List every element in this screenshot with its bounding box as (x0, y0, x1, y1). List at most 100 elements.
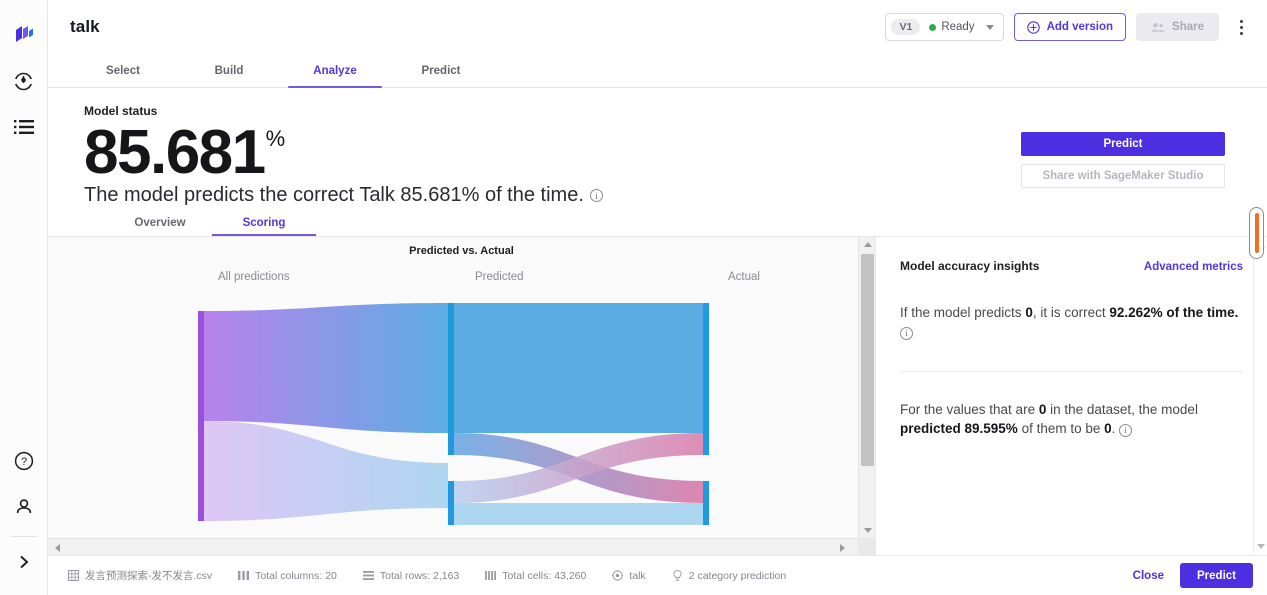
chart-horizontal-scrollbar[interactable] (48, 538, 858, 555)
meta-file: 发言预测探索-发不发言.csv (68, 568, 212, 583)
scroll-right-arrow-icon[interactable] (835, 539, 850, 555)
table-icon (68, 570, 79, 581)
share-label: Share (1172, 21, 1204, 33)
predict-button-footer[interactable]: Predict (1180, 563, 1253, 588)
plus-circle-icon (1026, 20, 1040, 34)
dataset-meta: 发言预测探索-发不发言.csv Total columns: 20 Total … (68, 568, 786, 583)
status-dot-icon (929, 23, 937, 31)
model-status-section: Model status 85.681 % The model predicts… (48, 88, 1267, 207)
tab-analyze[interactable]: Analyze (282, 54, 388, 88)
insight2-end: . (1111, 421, 1116, 436)
chevron-right-icon[interactable] (0, 539, 48, 585)
insight2-post: of them to be (1017, 421, 1105, 436)
flow-total-to-pred1 (203, 421, 448, 521)
info-icon[interactable]: i (589, 189, 603, 202)
sankey-column-labels: All predictions Predicted Actual (48, 271, 875, 295)
status-label: Ready (941, 21, 975, 33)
model-accuracy-insights-panel: Model accuracy insights Advanced metrics… (875, 237, 1267, 555)
column-label-actual: Actual (728, 271, 760, 283)
cells-icon (485, 571, 497, 580)
insight2-pre: For the values that are (900, 402, 1039, 417)
scoring-content: Predicted vs. Actual All predictions Pre… (48, 236, 1267, 555)
chart-vscroll-thumb[interactable] (861, 254, 874, 466)
meta-rows-label: Total rows: 2,163 (379, 569, 460, 582)
share-sagemaker-studio-button: Share with SageMaker Studio (1021, 164, 1225, 188)
subtab-overview[interactable]: Overview (108, 217, 212, 236)
close-button[interactable]: Close (1133, 570, 1164, 582)
add-version-label: Add version (1046, 21, 1114, 33)
insights-header: Model accuracy insights Advanced metrics (900, 259, 1243, 273)
panel-vertical-scrollbar[interactable] (1253, 237, 1267, 555)
version-chip: V1 (891, 19, 921, 35)
rows-icon (362, 571, 374, 580)
scrollbar-corner (858, 538, 875, 555)
column-label-predicted: Predicted (475, 271, 524, 283)
node-predicted-0 (448, 303, 454, 455)
tab-select[interactable]: Select (70, 54, 176, 87)
insight-item-recall: For the values that are 0 in the dataset… (900, 400, 1243, 438)
insight2-target: 0 (1104, 421, 1112, 436)
person-icon[interactable] (0, 484, 48, 530)
model-status-left: Model status 85.681 % The model predicts… (84, 104, 1021, 207)
version-selector[interactable]: V1 Ready (885, 13, 1004, 41)
meta-file-label: 发言预测探索-发不发言.csv (85, 570, 213, 582)
insight2-value: predicted 89.595% (900, 421, 1018, 436)
tab-build[interactable]: Build (176, 54, 282, 87)
node-actual-0 (703, 303, 709, 455)
rail-divider (10, 536, 37, 537)
insight1-value: 92.262% of the time. (1109, 305, 1239, 320)
predict-button-main[interactable]: Predict (1021, 132, 1225, 156)
scroll-down-arrow-icon[interactable] (859, 523, 875, 538)
subtab-scoring[interactable]: Scoring (212, 217, 316, 236)
footer-actions: Close Predict (1133, 563, 1253, 588)
insight2-mid: in the dataset, the model (1046, 402, 1198, 417)
svg-text:?: ? (20, 456, 26, 468)
scroll-up-arrow-icon[interactable] (859, 237, 875, 252)
page-title: talk (70, 17, 100, 36)
more-options-icon[interactable] (1229, 13, 1253, 41)
scroll-left-arrow-icon[interactable] (50, 539, 65, 555)
workflow-tabs: Select Build Analyze Predict (48, 54, 1267, 88)
target-icon (612, 570, 624, 581)
panel-scroll-down-icon[interactable] (1257, 544, 1265, 549)
flow-pred0-to-actual0-correct (454, 303, 703, 433)
accuracy-sentence-row: The model predicts the correct Talk 85.6… (84, 184, 1021, 207)
model-status-actions: Predict Share with SageMaker Studio (1021, 132, 1225, 188)
share-people-icon (1151, 22, 1165, 32)
list-icon[interactable] (0, 104, 48, 150)
accuracy-number: 85.681 (84, 118, 266, 187)
share-button: Share (1136, 13, 1219, 41)
meta-prediction-label: 2 category prediction (688, 569, 787, 582)
page-scroll-indicator[interactable] (1249, 207, 1264, 259)
node-total (198, 311, 204, 521)
info-icon-precision[interactable]: i (900, 327, 913, 340)
meta-cells-label: Total cells: 43,260 (502, 569, 587, 582)
canvas-logo-icon[interactable] (0, 12, 48, 58)
model-target-icon[interactable] (0, 58, 48, 104)
advanced-metrics-link[interactable]: Advanced metrics (1144, 261, 1243, 273)
app-header: talk V1 Ready Add version Share (48, 0, 1267, 54)
add-version-button[interactable]: Add version (1013, 13, 1127, 41)
help-circle-icon[interactable]: ? (0, 438, 48, 484)
header-actions: V1 Ready Add version Share (885, 13, 1253, 41)
meta-rows: Total rows: 2,163 (362, 569, 460, 582)
accuracy-value: 85.681 % (84, 120, 1021, 186)
columns-icon (238, 571, 250, 580)
percent-symbol: % (265, 126, 286, 151)
chart-vertical-scrollbar[interactable] (858, 237, 875, 555)
node-predicted-1 (448, 481, 454, 525)
insights-divider (900, 371, 1243, 372)
chevron-down-icon (985, 24, 994, 30)
insight1-class: 0 (1025, 305, 1033, 320)
info-icon-recall[interactable]: i (1119, 424, 1133, 437)
model-status-indicator: Ready (929, 21, 975, 33)
flow-pred1-to-actual1-correct (454, 503, 703, 525)
chart-title: Predicted vs. Actual (409, 245, 514, 257)
bulb-icon (673, 569, 682, 581)
main-column: talk V1 Ready Add version Share Select B… (48, 0, 1267, 595)
meta-columns-label: Total columns: 20 (255, 569, 337, 582)
insight-item-precision: If the model predicts 0, it is correct 9… (900, 303, 1243, 341)
status-footer: 发言预测探索-发不发言.csv Total columns: 20 Total … (48, 555, 1267, 595)
tab-predict[interactable]: Predict (388, 54, 494, 87)
insight1-mid: , it is correct (1032, 305, 1110, 320)
